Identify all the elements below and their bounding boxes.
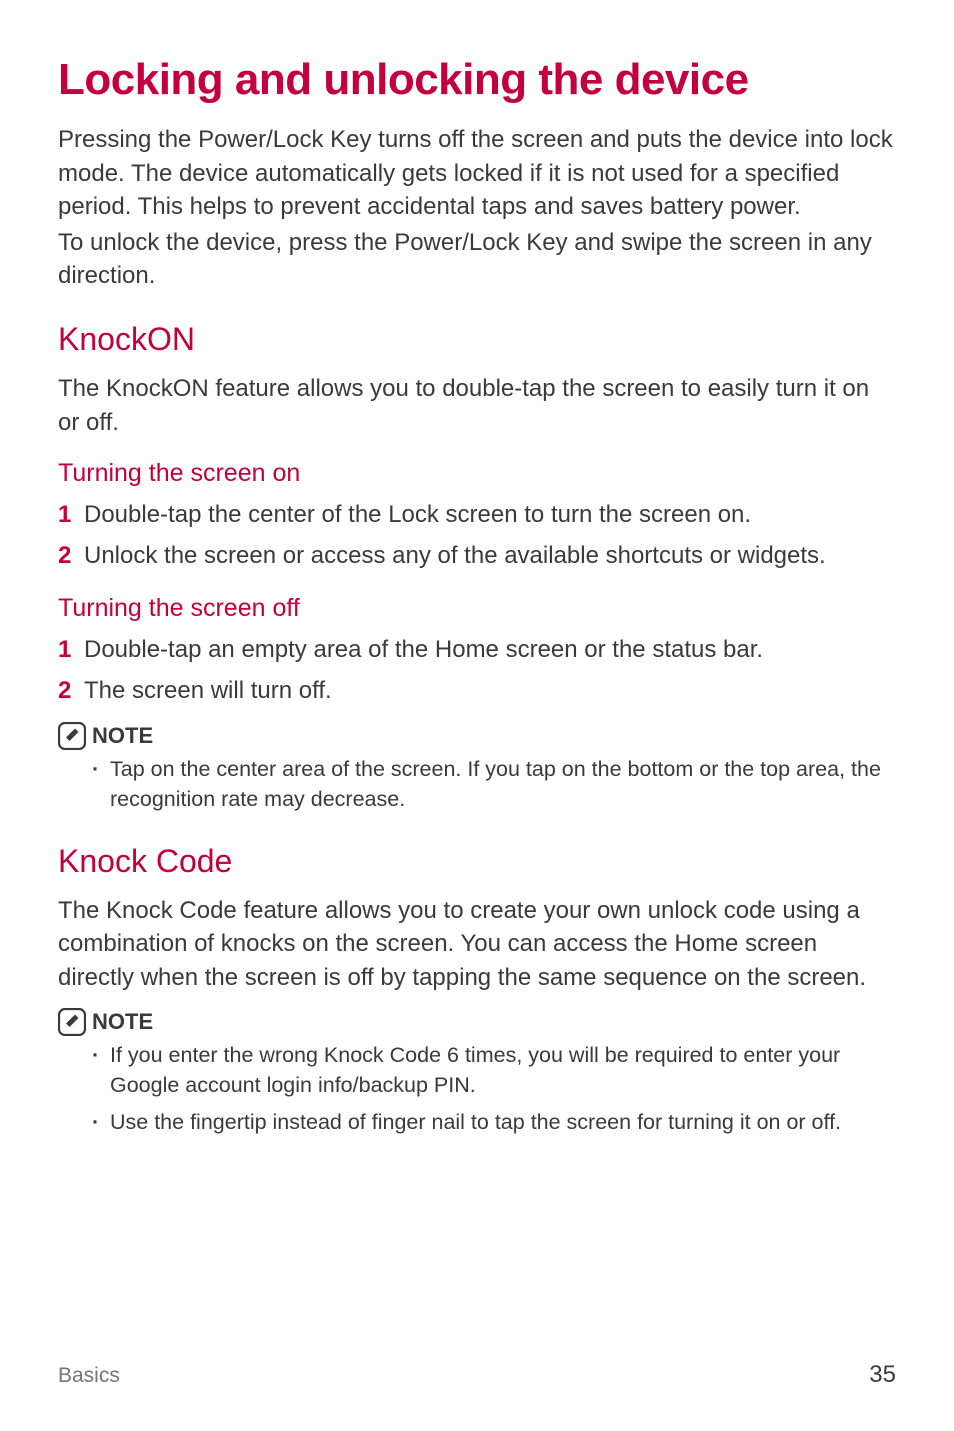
turning-off-heading: Turning the screen off	[58, 594, 896, 623]
step-number: 1	[58, 633, 84, 668]
note-label: NOTE	[92, 723, 153, 749]
turning-on-step-1: 1 Double-tap the center of the Lock scre…	[58, 498, 896, 533]
turning-on-step-2: 2 Unlock the screen or access any of the…	[58, 539, 896, 574]
knockcode-heading: Knock Code	[58, 843, 896, 880]
step-number: 1	[58, 498, 84, 533]
note-pencil-icon	[58, 722, 86, 750]
note-header-2: NOTE	[58, 1008, 896, 1036]
page-footer: Basics 35	[58, 1361, 896, 1389]
turning-off-step-2: 2 The screen will turn off.	[58, 674, 896, 709]
note-pencil-icon	[58, 1008, 86, 1036]
note-label: NOTE	[92, 1009, 153, 1035]
step-text: Unlock the screen or access any of the a…	[84, 539, 826, 574]
bullet-text: Tap on the center area of the screen. If…	[110, 754, 896, 814]
footer-section-name: Basics	[58, 1364, 120, 1388]
step-text: Double-tap the center of the Lock screen…	[84, 498, 751, 533]
step-number: 2	[58, 674, 84, 709]
turning-on-heading: Turning the screen on	[58, 459, 896, 488]
bullet-dot: ·	[92, 1040, 110, 1100]
step-text: Double-tap an empty area of the Home scr…	[84, 633, 763, 668]
knockcode-bullet-2: · Use the fingertip instead of finger na…	[58, 1107, 896, 1137]
note-bullet-1: · Tap on the center area of the screen. …	[58, 754, 896, 814]
bullet-text: Use the fingertip instead of finger nail…	[110, 1107, 896, 1137]
step-number: 2	[58, 539, 84, 574]
footer-page-number: 35	[869, 1361, 896, 1389]
knockon-heading: KnockON	[58, 321, 896, 358]
knockcode-description: The Knock Code feature allows you to cre…	[58, 894, 896, 995]
step-text: The screen will turn off.	[84, 674, 332, 709]
bullet-dot: ·	[92, 754, 110, 814]
intro-paragraph-2: To unlock the device, press the Power/Lo…	[58, 226, 896, 293]
note-header: NOTE	[58, 722, 896, 750]
turning-off-step-1: 1 Double-tap an empty area of the Home s…	[58, 633, 896, 668]
bullet-text: If you enter the wrong Knock Code 6 time…	[110, 1040, 896, 1100]
bullet-dot: ·	[92, 1107, 110, 1137]
knockcode-bullet-1: · If you enter the wrong Knock Code 6 ti…	[58, 1040, 896, 1100]
knockon-description: The KnockON feature allows you to double…	[58, 372, 896, 439]
intro-paragraph-1: Pressing the Power/Lock Key turns off th…	[58, 123, 896, 224]
page-title: Locking and unlocking the device	[58, 55, 896, 105]
